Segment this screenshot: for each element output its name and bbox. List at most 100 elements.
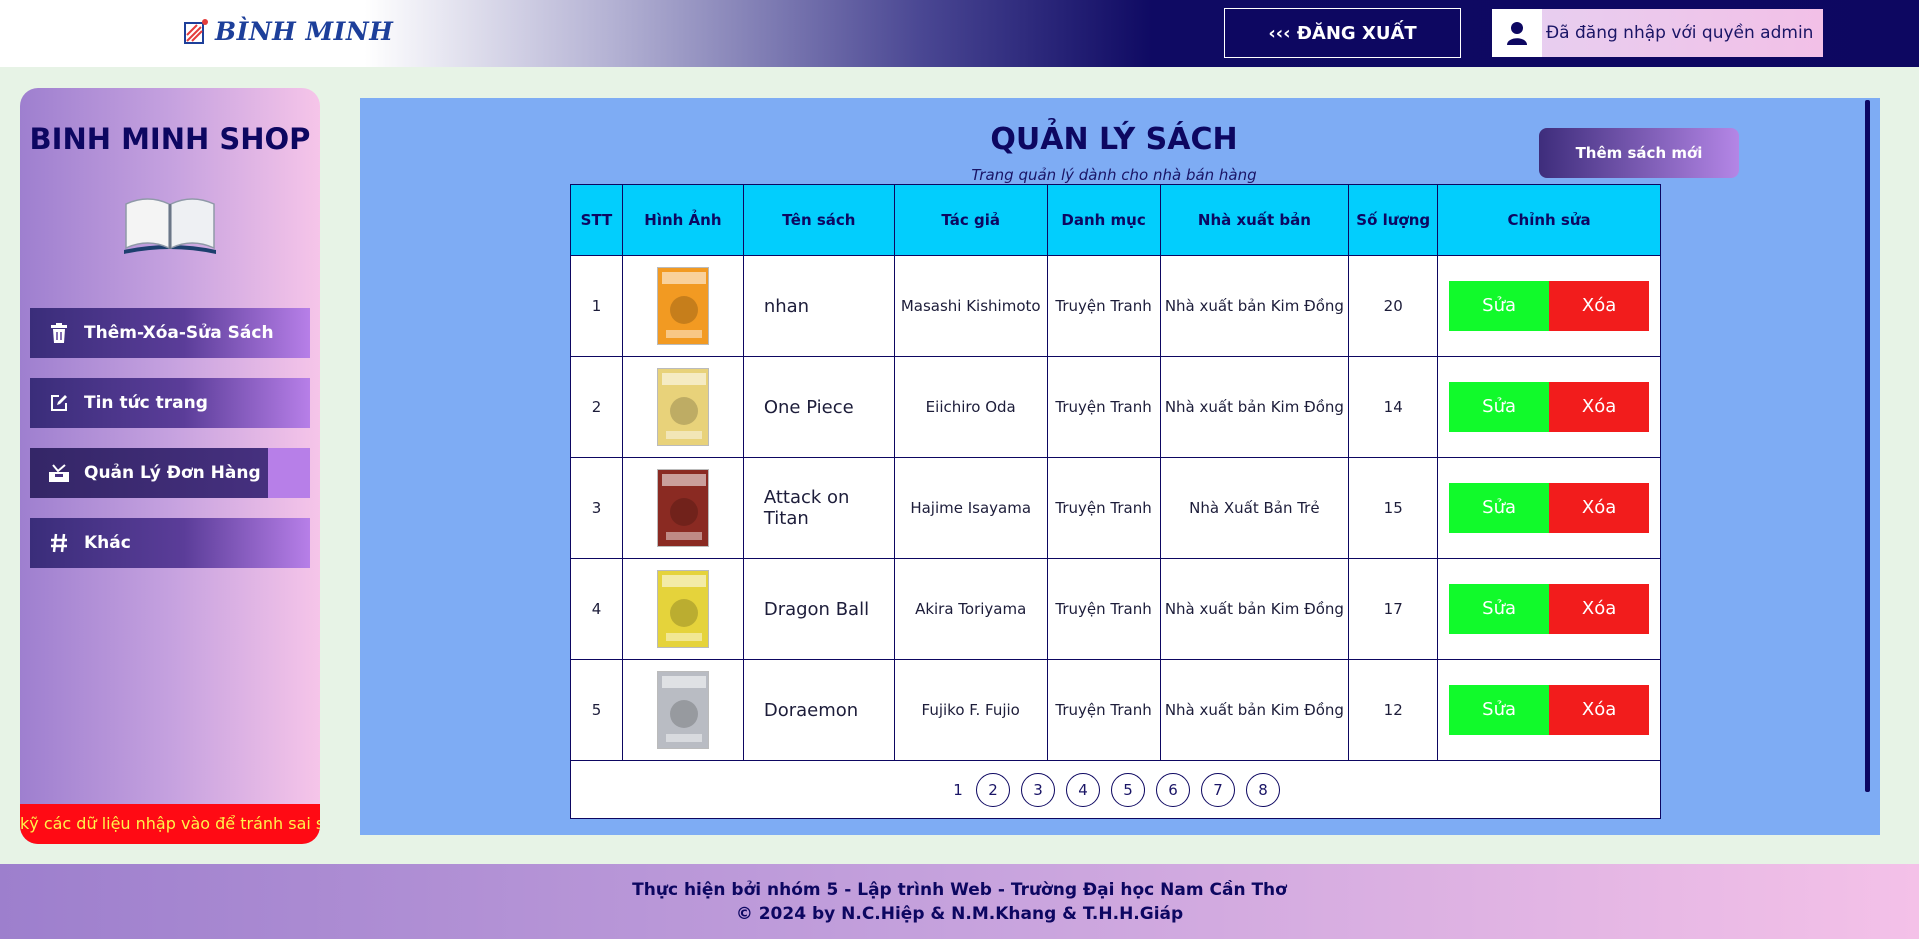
edit-icon — [44, 391, 74, 415]
book-category: Truyện Tranh — [1046, 356, 1161, 458]
cover-cell — [621, 255, 744, 357]
book-category: Truyện Tranh — [1046, 255, 1161, 357]
actions-cell: Sửa Xóa — [1437, 659, 1661, 761]
book-publisher: Nhà xuất bản Kim Đồng — [1159, 558, 1350, 660]
row-index: 1 — [570, 255, 623, 357]
scrollbar-thumb[interactable] — [1865, 100, 1870, 792]
hashtag-icon — [44, 531, 74, 555]
add-book-button[interactable]: Thêm sách mới — [1539, 128, 1739, 178]
row-index: 5 — [570, 659, 623, 761]
book-quantity: 17 — [1348, 558, 1439, 660]
logout-button[interactable]: ‹‹‹ ĐĂNG XUẤT — [1224, 8, 1461, 58]
delete-button[interactable]: Xóa — [1549, 685, 1650, 735]
shop-title: BINH MINH SHOP — [29, 122, 311, 156]
open-book-icon — [120, 192, 220, 260]
book-cover-image — [656, 570, 709, 648]
sidebar-item-books[interactable]: Thêm-Xóa-Sửa Sách — [30, 308, 310, 358]
header: BÌNH MINH ‹‹‹ ĐĂNG XUẤT Đã đăng nhập với… — [0, 0, 1919, 67]
books-table: STT Hình Ảnh Tên sách Tác giả Danh mục N… — [570, 184, 1661, 819]
logo[interactable]: BÌNH MINH — [183, 16, 393, 46]
book-publisher: Nhà xuất bản Kim Đồng — [1159, 356, 1350, 458]
book-author: Fujiko F. Fujio — [893, 659, 1048, 761]
edit-button[interactable]: Sửa — [1449, 281, 1550, 331]
column-header: Tác giả — [893, 184, 1048, 256]
page-link[interactable]: 3 — [1021, 772, 1055, 807]
book-cover-image — [656, 671, 709, 749]
cover-cell — [621, 659, 744, 761]
logo-mark-icon — [183, 17, 211, 45]
book-publisher: Nhà Xuất Bản Trẻ — [1159, 457, 1350, 559]
actions-cell: Sửa Xóa — [1437, 255, 1661, 357]
delete-button[interactable]: Xóa — [1549, 483, 1650, 533]
row-index: 4 — [570, 558, 623, 660]
table-header-row: STT Hình Ảnh Tên sách Tác giả Danh mục N… — [570, 184, 1661, 256]
user-icon — [1492, 9, 1542, 57]
book-quantity: 14 — [1348, 356, 1439, 458]
column-header: Hình Ảnh — [621, 184, 744, 256]
cover-cell — [621, 356, 744, 458]
inbox-icon — [44, 461, 74, 485]
table-row: 1 nhan Masashi Kishimoto Truyện Tranh Nh… — [570, 255, 1661, 357]
book-author: Hajime Isayama — [893, 457, 1048, 559]
book-author: Masashi Kishimoto — [893, 255, 1048, 357]
book-cover-image — [656, 368, 709, 446]
admin-status[interactable]: Đã đăng nhập với quyền admin — [1492, 9, 1823, 57]
actions-cell: Sửa Xóa — [1437, 356, 1661, 458]
footer-credit: Thực hiện bởi nhóm 5 - Lập trình Web - T… — [632, 880, 1287, 900]
book-quantity: 15 — [1348, 457, 1439, 559]
page-link[interactable]: 7 — [1201, 772, 1235, 807]
footer: Thực hiện bởi nhóm 5 - Lập trình Web - T… — [0, 864, 1919, 939]
book-cover-image — [656, 267, 709, 345]
edit-button[interactable]: Sửa — [1449, 584, 1550, 634]
book-quantity: 12 — [1348, 659, 1439, 761]
edit-button[interactable]: Sửa — [1449, 382, 1550, 432]
sidebar-item-orders[interactable]: Quản Lý Đơn Hàng — [30, 448, 310, 498]
page-link[interactable]: 5 — [1111, 772, 1145, 807]
page-link[interactable]: 8 — [1246, 772, 1280, 807]
warning-marquee: kỹ các dữ liệu nhập vào để tránh sai sót — [20, 804, 320, 844]
book-author: Akira Toriyama — [893, 558, 1048, 660]
book-category: Truyện Tranh — [1046, 659, 1161, 761]
delete-button[interactable]: Xóa — [1549, 281, 1650, 331]
book-category: Truyện Tranh — [1046, 558, 1161, 660]
table-row: 5 Doraemon Fujiko F. Fujio Truyện Tranh … — [570, 659, 1661, 761]
sidebar-item-label: Quản Lý Đơn Hàng — [84, 463, 261, 483]
cover-cell — [621, 457, 744, 559]
book-cover-image — [656, 469, 709, 547]
book-category: Truyện Tranh — [1046, 457, 1161, 559]
table-row: 3 Attack on Titan Hajime Isayama Truyện … — [570, 457, 1661, 559]
pagination-row: 12345678 — [570, 760, 1661, 819]
table-row: 4 Dragon Ball Akira Toriyama Truyện Tran… — [570, 558, 1661, 660]
page-link[interactable]: 4 — [1066, 772, 1100, 807]
column-header: Nhà xuất bản — [1159, 184, 1350, 256]
sidebar: BINH MINH SHOP Thêm-Xóa-Sửa Sách Tin tức… — [20, 88, 320, 844]
column-header: Số lượng — [1348, 184, 1439, 256]
delete-button[interactable]: Xóa — [1549, 584, 1650, 634]
page-link[interactable]: 6 — [1156, 772, 1190, 807]
delete-button[interactable]: Xóa — [1549, 382, 1650, 432]
book-author: Eiichiro Oda — [893, 356, 1048, 458]
column-header: Danh mục — [1046, 184, 1161, 256]
row-index: 2 — [570, 356, 623, 458]
edit-button[interactable]: Sửa — [1449, 483, 1550, 533]
sidebar-item-label: Tin tức trang — [84, 393, 208, 413]
book-publisher: Nhà xuất bản Kim Đồng — [1159, 255, 1350, 357]
actions-cell: Sửa Xóa — [1437, 558, 1661, 660]
admin-label: Đã đăng nhập với quyền admin — [1546, 23, 1814, 43]
row-index: 3 — [570, 457, 623, 559]
pagination: 12345678 — [571, 772, 1660, 807]
sidebar-item-news[interactable]: Tin tức trang — [30, 378, 310, 428]
page-link[interactable]: 2 — [976, 772, 1010, 807]
edit-button[interactable]: Sửa — [1449, 685, 1550, 735]
sidebar-item-other[interactable]: Khác — [30, 518, 310, 568]
sidebar-item-label: Thêm-Xóa-Sửa Sách — [84, 323, 274, 343]
actions-cell: Sửa Xóa — [1437, 457, 1661, 559]
main-panel: QUẢN LÝ SÁCH Trang quản lý dành cho nhà … — [360, 98, 1880, 835]
column-header: STT — [570, 184, 623, 256]
book-name: One Piece — [742, 356, 895, 458]
table-row: 2 One Piece Eiichiro Oda Truyện Tranh Nh… — [570, 356, 1661, 458]
book-name: Attack on Titan — [742, 457, 895, 559]
book-name: Doraemon — [742, 659, 895, 761]
book-publisher: Nhà xuất bản Kim Đồng — [1159, 659, 1350, 761]
sidebar-item-label: Khác — [84, 533, 131, 553]
